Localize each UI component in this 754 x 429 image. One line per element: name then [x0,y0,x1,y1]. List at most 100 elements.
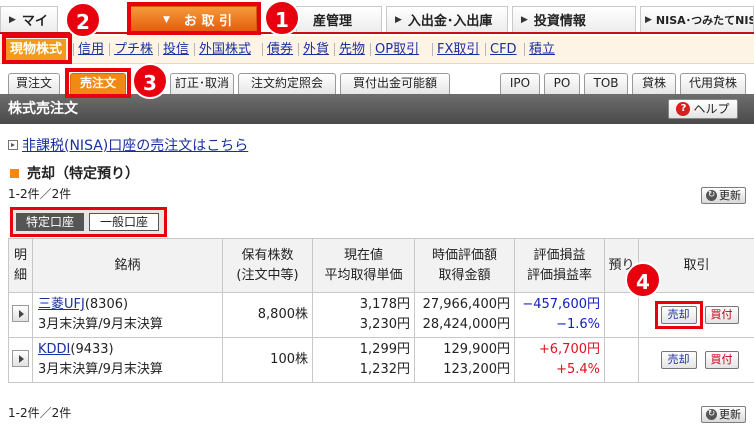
step-marker-1: 1 [264,0,300,36]
profit-loss-amount: +6,700円 [538,342,600,357]
header-line: 取引 [683,257,710,273]
step-marker-4: 4 [625,262,661,298]
tab-ipo[interactable]: IPO [500,73,540,94]
stock-name-cell: 三菱UFJ(8306) 3月末決算/9月末決算 [32,292,223,338]
subnav-item-fx-trading[interactable]: FX取引 [437,39,479,60]
tab-label: 産管理 [313,14,353,29]
subnav-item-fx-currency[interactable]: 外貨 [303,39,329,60]
current-price: 3,178円 [359,297,410,312]
header-line: 明 [13,247,27,263]
step-marker-2: 2 [65,2,101,38]
stock-name-link[interactable]: 三菱UFJ [38,297,85,312]
sell-button[interactable]: 売却 [660,351,697,369]
custody-cell [604,292,639,338]
tab-po[interactable]: PO [544,73,580,94]
nisa-sell-link[interactable]: 非課税(NISA)口座の売注文はこちら [8,135,248,155]
stock-code: (9433) [70,342,114,357]
separator [194,43,195,56]
refresh-button-top[interactable]: ↻ 更新 [701,187,746,204]
separator [73,43,74,56]
account-type-toggle: 特定口座 一般口座 [10,207,167,237]
subnav-item-bonds[interactable]: 債券 [267,39,293,60]
settlement-period: 3月末決算/9月末決算 [38,362,163,377]
header-line: 時価評価額 [431,247,497,263]
tab-stock-lending[interactable]: 貸株 [632,73,676,94]
help-button[interactable]: ? ヘルプ [668,99,738,119]
refresh-label: 更新 [719,408,741,421]
subnav-item-accumulation[interactable]: 積立 [529,39,555,60]
header-profit-loss: 評価損益 評価損益率 [514,238,605,293]
subnav-item-options[interactable]: OP取引 [375,39,419,60]
triangle-right-icon: ▶ [521,14,528,25]
sell-heading: 売却（特定預り） [10,163,139,183]
actions-cell: 売却 買付 [638,292,754,338]
header-line: 現在値 [343,247,383,263]
tab-label: 投資情報 [533,14,586,29]
separator [262,43,263,56]
buy-button[interactable]: 買付 [704,351,739,369]
profit-loss-rate: −1.6% [556,317,600,332]
highlight-box-spot-stock [2,34,72,64]
subnav-item-petit-stock[interactable]: プチ株 [114,39,153,60]
profit-loss-cell: −457,600円 −1.6% [514,292,605,338]
tab-buy-order[interactable]: 買注文 [8,73,60,94]
current-price: 1,299円 [359,342,410,357]
stock-code: (8306) [84,297,129,312]
header-price: 現在値 平均取得単価 [312,238,415,293]
triangle-right-icon: ▶ [395,14,402,25]
tab-label: 入出金･入出庫 [407,14,493,29]
separator [109,43,110,56]
profit-loss-amount: −457,600円 [522,297,600,312]
average-cost: 1,232円 [359,362,410,377]
page-title: 株式売注文 [8,101,78,117]
holdings-table: 明細 銘柄 保有株数 (注文中等) 現在値 平均取得単価 時価評価額 取得金額 評価損… [8,238,754,383]
subnav-item-margin[interactable]: 信用 [78,39,104,60]
sell-button[interactable]: 売却 [660,306,697,324]
tab-order-inquiry[interactable]: 注文約定照会 [238,73,336,94]
acquisition-cost: 123,200円 [443,362,510,377]
tab-label: マイ [21,14,48,29]
tab-modify-cancel[interactable]: 訂正･取消 [170,73,234,94]
price-cell: 1,299円 1,232円 [312,337,415,383]
settlement-period: 3月末決算/9月末決算 [38,317,163,332]
tab-investment-info[interactable]: ▶ 投資情報 [512,6,636,32]
help-label: ヘルプ [693,102,730,116]
tab-buying-power[interactable]: 買付出金可能額 [340,73,450,94]
custody-cell [604,337,639,383]
tab-deposit-withdrawal[interactable]: ▶ 入出金･入出庫 [386,6,508,32]
market-value: 129,900円 [443,342,510,357]
actions-cell: 売却 買付 [638,337,754,383]
expand-row-icon[interactable] [12,349,29,367]
account-tokutei-tab[interactable]: 特定口座 [16,213,84,231]
expand-row-icon[interactable] [12,304,29,322]
result-count-bottom: 1-2件／2件 [8,406,72,420]
separator [334,43,335,56]
subnav-item-funds[interactable]: 投信 [163,39,189,60]
header-line: (注文中等) [236,267,299,283]
buy-button[interactable]: 買付 [704,306,739,324]
tab-asset-management[interactable]: 産管理 [296,6,382,32]
subnav-item-foreign-stock[interactable]: 外国株式 [199,39,251,60]
header-line: 評価損益 [533,247,586,263]
header-line: 保有株数 [241,247,294,263]
nisa-link-text: 非課税(NISA)口座の売注文はこちら [22,138,249,154]
table-row: KDDI(9433) 3月末決算/9月末決算 100株 1,299円 1,232円… [8,337,754,383]
tab-tob[interactable]: TOB [584,73,628,94]
subnav-item-cfd[interactable]: CFD [490,39,517,60]
header-detail: 明細 [8,238,33,293]
average-cost: 3,230円 [359,317,410,332]
sell-button-wrap: 売却 [655,346,703,374]
price-cell: 3,178円 3,230円 [312,292,415,338]
tab-my[interactable]: ▶ マイ [0,6,58,32]
account-ippan-tab[interactable]: 一般口座 [89,213,159,231]
header-line: 平均取得単価 [324,267,403,283]
refresh-label: 更新 [719,189,741,202]
subnav-item-futures[interactable]: 先物 [339,39,365,60]
header-quantity: 保有株数 (注文中等) [222,238,313,293]
tab-substitute-lending[interactable]: 代用貸株 [680,73,746,94]
result-count-top: 1-2件／2件 [8,187,72,201]
tab-nisa[interactable]: ▶ NISA･つみたてNISA [640,6,754,32]
refresh-button-bottom[interactable]: ↻ 更新 [701,406,746,423]
stock-name-link[interactable]: KDDI [38,342,70,357]
sell-button-highlight: 売却 [654,301,703,329]
